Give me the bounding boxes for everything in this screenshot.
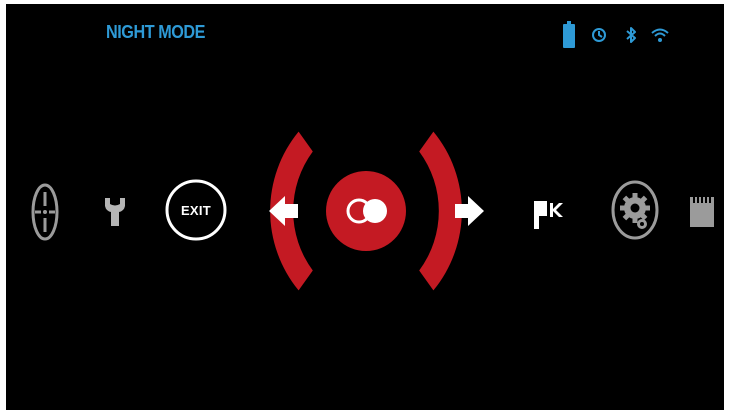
reticle-button[interactable] [30,182,60,242]
sd-card-button[interactable] [689,195,715,229]
exit-button[interactable]: EXIT [164,178,228,242]
gear-icon [611,180,659,240]
wrench-icon [105,198,125,226]
next-button[interactable] [419,131,484,291]
tools-button[interactable] [102,196,128,228]
prev-button[interactable] [269,131,313,291]
flag-icon [534,201,563,229]
settings-button[interactable] [609,178,661,242]
sd-card-icon [690,197,714,227]
night-mode-button[interactable] [326,171,406,251]
exit-label: EXIT [180,202,212,218]
scope-screen: NIGHT MODE EXIT [6,4,724,410]
crosshair-icon [31,183,59,241]
flag-button[interactable] [532,199,566,231]
